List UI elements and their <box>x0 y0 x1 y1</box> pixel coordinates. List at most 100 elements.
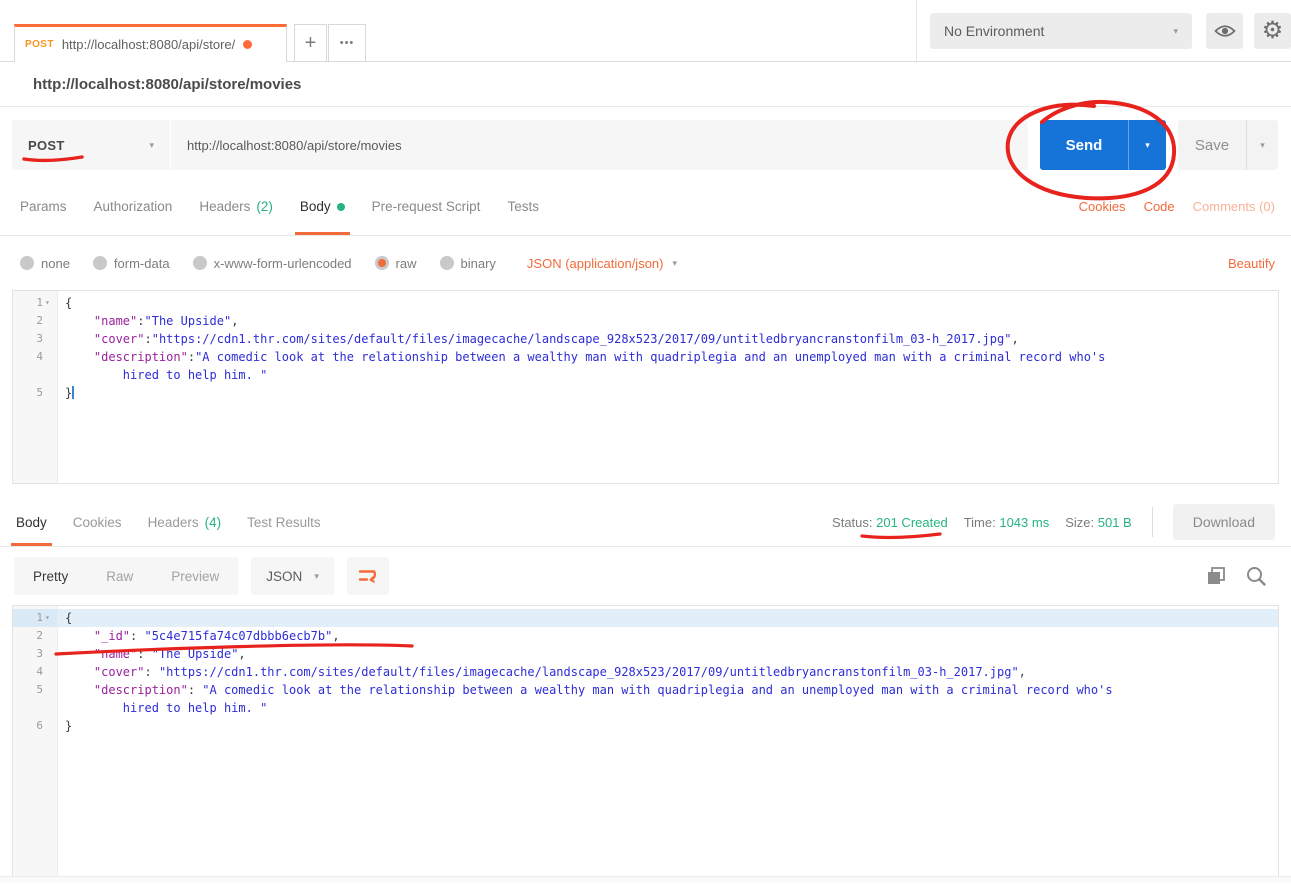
size-label: Size: <box>1065 515 1094 530</box>
mode-raw[interactable]: raw <box>375 256 417 271</box>
beautify-link[interactable]: Beautify <box>1228 256 1275 271</box>
mode-none[interactable]: none <box>20 256 70 271</box>
request-links: Cookies Code Comments (0) <box>1079 199 1275 214</box>
response-tab-cookies[interactable]: Cookies <box>73 498 122 546</box>
headers-count-badge: (2) <box>256 199 273 214</box>
settings-button[interactable]: ⚙ <box>1254 13 1291 49</box>
mode-raw-label: raw <box>396 256 417 271</box>
request-body-editor[interactable]: 1▾{2 "name":"The Upside",3 "cover":"http… <box>12 290 1279 484</box>
fold-caret-icon[interactable]: ▾ <box>45 294 54 312</box>
mode-none-label: none <box>41 256 70 271</box>
wrap-lines-button[interactable] <box>347 557 389 595</box>
response-actions <box>1205 565 1277 587</box>
code-line: 1▾{ <box>13 294 1278 312</box>
response-format-select[interactable]: JSON <box>251 557 334 595</box>
response-format-label: JSON <box>266 569 302 584</box>
chevron-down-icon <box>1260 140 1265 151</box>
save-options-button[interactable] <box>1246 120 1278 170</box>
send-button[interactable]: Send <box>1040 120 1166 170</box>
request-tabs: Params Authorization Headers (2) Body Pr… <box>0 170 1291 236</box>
chevron-down-icon <box>1145 140 1150 151</box>
fold-caret-icon[interactable]: ▾ <box>45 609 54 627</box>
page-title: http://localhost:8080/api/store/movies <box>33 76 301 93</box>
send-options-button[interactable] <box>1128 120 1166 170</box>
status-badge: 201 Created <box>876 515 948 530</box>
status-pair: Status: 201 Created <box>832 515 948 530</box>
code-line: 5 "description": "A comedic look at the … <box>13 681 1278 699</box>
chevron-down-icon <box>672 258 677 269</box>
tab-authorization[interactable]: Authorization <box>94 178 173 235</box>
mode-binary-label: binary <box>461 256 496 271</box>
request-title-row: http://localhost:8080/api/store/movies <box>0 62 1291 107</box>
code-line: 4 "cover": "https://cdn1.thr.com/sites/d… <box>13 663 1278 681</box>
tab-pre-request-label: Pre-request Script <box>372 199 481 214</box>
chevron-down-icon <box>1173 26 1178 37</box>
response-tab-body[interactable]: Body <box>16 498 47 546</box>
new-tab-button[interactable]: + <box>294 24 327 62</box>
tab-options-button[interactable]: ••• <box>328 24 366 62</box>
code-line: hired to help him. " <box>13 699 1278 717</box>
save-button[interactable]: Save <box>1178 120 1278 170</box>
environment-label: No Environment <box>944 23 1044 39</box>
mode-form-data[interactable]: form-data <box>93 256 170 271</box>
copy-icon[interactable] <box>1205 565 1227 587</box>
eye-icon <box>1214 23 1236 39</box>
code-line: 3 "cover":"https://cdn1.thr.com/sites/de… <box>13 330 1278 348</box>
content-type-select[interactable]: JSON (application/json) <box>527 256 677 271</box>
request-tab-active[interactable]: POST http://localhost:8080/api/store/ <box>14 24 287 62</box>
view-pretty[interactable]: Pretty <box>14 557 87 595</box>
code-link[interactable]: Code <box>1144 199 1175 214</box>
response-tab-test-results[interactable]: Test Results <box>247 498 321 546</box>
wrap-text-icon <box>358 567 377 585</box>
tab-params[interactable]: Params <box>20 178 67 235</box>
method-select[interactable]: POST <box>12 120 170 170</box>
body-mode-row: none form-data x-www-form-urlencoded raw… <box>0 236 1291 290</box>
download-button[interactable]: Download <box>1173 504 1275 540</box>
response-tab-test-results-label: Test Results <box>247 515 321 530</box>
mode-form-data-label: form-data <box>114 256 170 271</box>
postman-window: POST http://localhost:8080/api/store/ + … <box>0 0 1291 884</box>
code-line: 1▾{ <box>13 609 1278 627</box>
status-label: Status: <box>832 515 872 530</box>
radio-icon <box>20 256 34 270</box>
meta-divider <box>1152 507 1153 537</box>
environment-select[interactable]: No Environment <box>930 13 1192 49</box>
gear-icon: ⚙ <box>1262 19 1284 43</box>
response-tab-headers-label: Headers <box>148 515 199 530</box>
text-cursor <box>72 386 74 399</box>
comments-link[interactable]: Comments (0) <box>1193 199 1275 214</box>
code-line: 3 "name": "The Upside", <box>13 645 1278 663</box>
url-field-box <box>171 120 1028 170</box>
tab-params-label: Params <box>20 199 67 214</box>
code-line: hired to help him. " <box>13 366 1278 384</box>
tab-body-label: Body <box>300 199 331 214</box>
body-has-content-dot <box>337 203 345 211</box>
environment-preview-button[interactable] <box>1206 13 1243 49</box>
tab-headers[interactable]: Headers (2) <box>199 178 273 235</box>
url-input[interactable] <box>171 138 1028 153</box>
tab-tests[interactable]: Tests <box>507 178 539 235</box>
time-value: 1043 ms <box>999 515 1049 530</box>
response-meta: Status: 201 Created Time: 1043 ms Size: … <box>832 504 1275 540</box>
mode-binary[interactable]: binary <box>440 256 496 271</box>
response-tabs: Body Cookies Headers (4) Test Results St… <box>0 498 1291 547</box>
content-type-label: JSON (application/json) <box>527 256 664 271</box>
code-line: 6} <box>13 717 1278 735</box>
code-line: 2 "_id": "5c4e715fa74c07dbbb6ecb7b", <box>13 627 1278 645</box>
view-raw[interactable]: Raw <box>87 557 152 595</box>
tab-pre-request-script[interactable]: Pre-request Script <box>372 178 481 235</box>
chevron-down-icon <box>314 571 319 582</box>
view-preview[interactable]: Preview <box>152 557 238 595</box>
code-line: 2 "name":"The Upside", <box>13 312 1278 330</box>
cookies-link[interactable]: Cookies <box>1079 199 1126 214</box>
response-body-editor[interactable]: 1▾{2 "_id": "5c4e715fa74c07dbbb6ecb7b",3… <box>12 605 1279 876</box>
search-icon[interactable] <box>1245 565 1267 587</box>
tab-method-badge: POST <box>25 39 54 50</box>
mode-urlencoded[interactable]: x-www-form-urlencoded <box>193 256 352 271</box>
code-line: 5} <box>13 384 1278 402</box>
response-tab-headers[interactable]: Headers (4) <box>148 498 222 546</box>
time-label: Time: <box>964 515 996 530</box>
tab-body[interactable]: Body <box>300 178 345 235</box>
radio-icon <box>93 256 107 270</box>
method-label: POST <box>28 138 65 153</box>
